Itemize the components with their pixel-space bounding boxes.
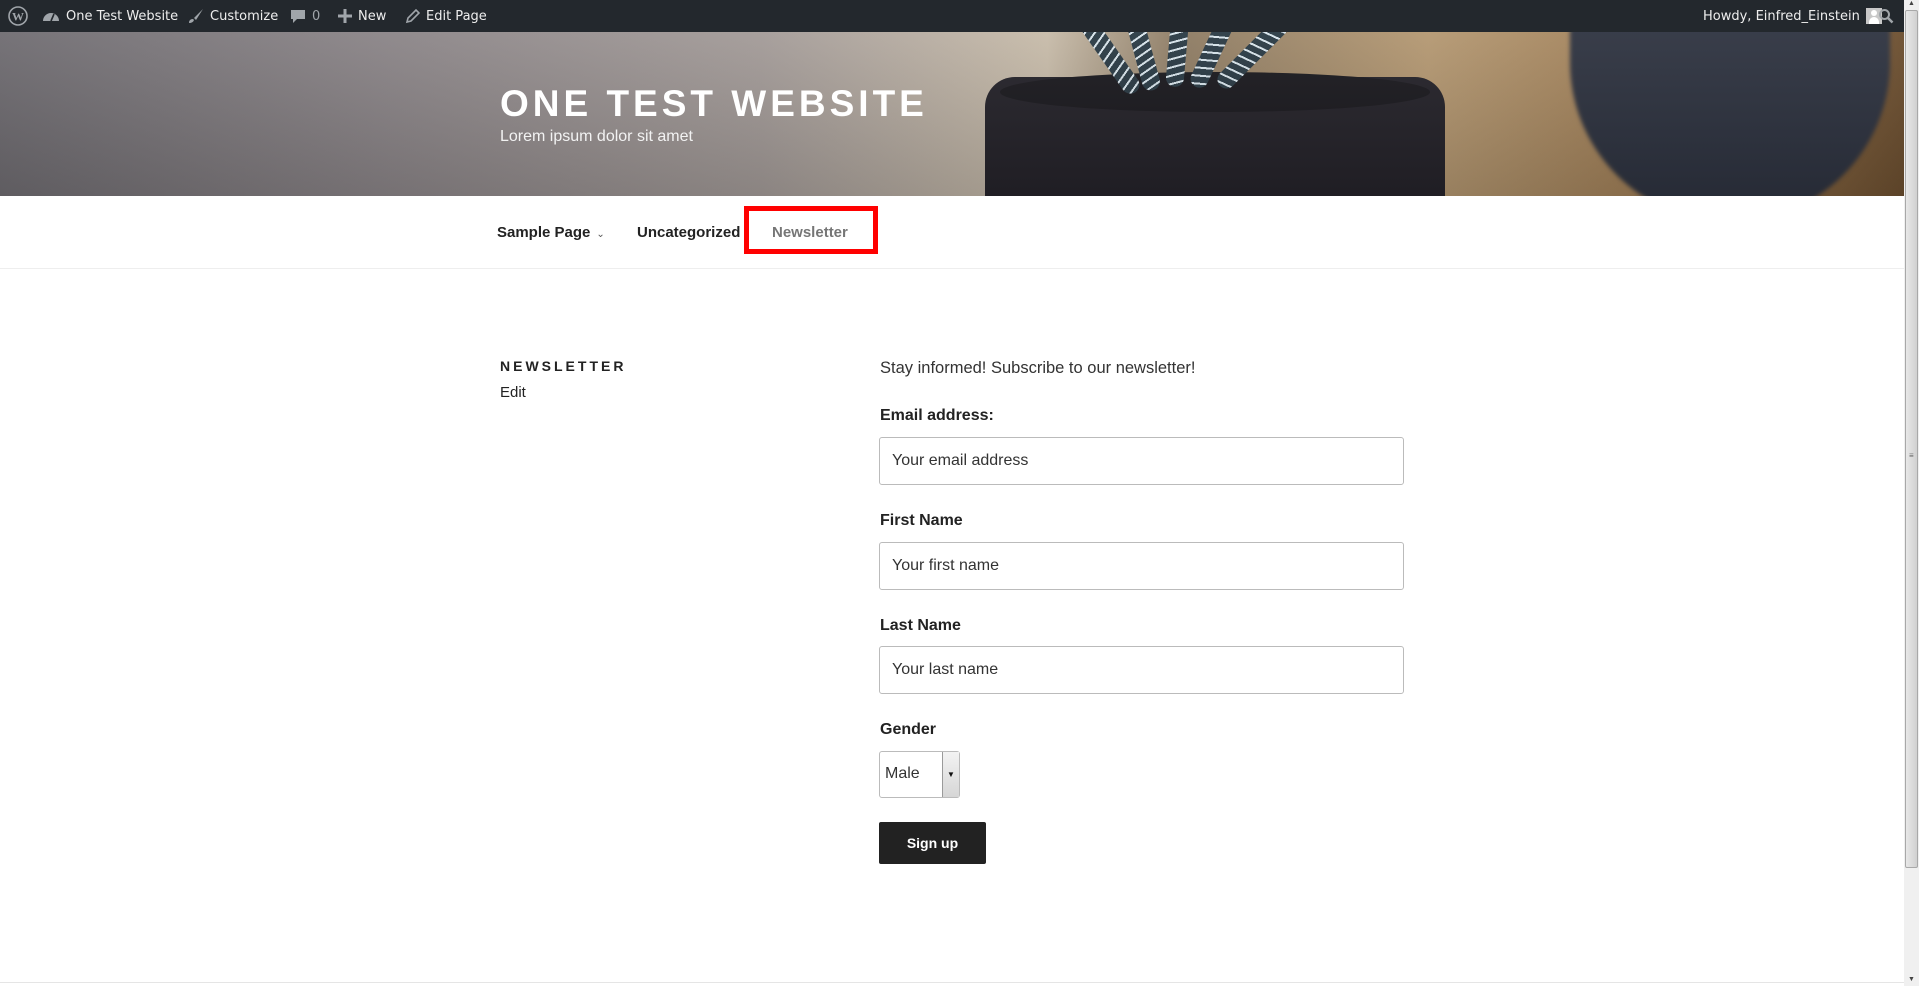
- email-label: Email address:: [880, 407, 994, 424]
- comment-bubble-icon: [290, 8, 306, 24]
- edit-link[interactable]: Edit: [500, 384, 526, 401]
- site-name-link[interactable]: One Test Website: [42, 0, 178, 32]
- scrollbar-thumb[interactable]: ≡: [1905, 10, 1918, 868]
- my-account-link[interactable]: Howdy, Einfred_Einstein: [1703, 0, 1882, 32]
- chevron-down-icon: ⌄: [596, 229, 605, 240]
- last-name-field[interactable]: [879, 646, 1404, 694]
- dropdown-arrow-icon[interactable]: ▼: [942, 752, 959, 797]
- svg-text:W: W: [12, 10, 24, 24]
- last-name-label: Last Name: [880, 617, 961, 634]
- scroll-down-arrow-icon[interactable]: ▼: [1904, 976, 1919, 986]
- admin-bar: W One Test Website Customize 0 New Edit …: [0, 0, 1904, 32]
- wordpress-logo-icon: W: [8, 6, 28, 26]
- site-description: Lorem ipsum dolor sit amet: [500, 128, 693, 145]
- customize-link[interactable]: Customize: [188, 0, 278, 32]
- dashboard-gauge-icon: [42, 8, 60, 24]
- new-content-link[interactable]: New: [338, 0, 386, 32]
- gender-selected-value: Male: [885, 765, 920, 782]
- scroll-up-arrow-icon[interactable]: ▲: [1904, 0, 1919, 10]
- site-title[interactable]: ONE TEST WEBSITE: [500, 83, 928, 125]
- search-icon: [1878, 8, 1894, 24]
- page-scrollbar[interactable]: ▲ ≡ ▼: [1904, 0, 1919, 986]
- search-button[interactable]: [1878, 0, 1894, 32]
- gender-select[interactable]: Male ▼: [879, 751, 960, 798]
- first-name-label: First Name: [880, 512, 963, 529]
- main-navigation: Sample Page ⌄ Uncategorized Newsletter: [0, 196, 1904, 269]
- greeting-label: Howdy, Einfred_Einstein: [1703, 8, 1860, 24]
- grip-icon: ≡: [1909, 451, 1914, 460]
- comments-count: 0: [312, 8, 321, 24]
- edit-page-label: Edit Page: [426, 8, 487, 24]
- pencil-icon: [405, 8, 420, 24]
- gender-label: Gender: [880, 721, 937, 738]
- page-title: NEWSLETTER: [500, 358, 627, 374]
- form-intro-text: Stay informed! Subscribe to our newslett…: [880, 359, 1196, 377]
- email-field[interactable]: [879, 437, 1404, 485]
- edit-page-link[interactable]: Edit Page: [405, 0, 487, 32]
- new-label: New: [358, 8, 387, 24]
- nav-item-sample-page[interactable]: Sample Page ⌄: [497, 224, 605, 241]
- customize-label: Customize: [210, 8, 279, 24]
- sign-up-button[interactable]: Sign up: [879, 822, 986, 864]
- paintbrush-icon: [188, 8, 204, 24]
- site-header: [0, 32, 1904, 196]
- first-name-field[interactable]: [879, 542, 1404, 590]
- comments-link[interactable]: 0: [290, 0, 320, 32]
- nav-item-uncategorized[interactable]: Uncategorized: [637, 224, 740, 241]
- site-name-label: One Test Website: [66, 8, 179, 24]
- wordpress-logo-button[interactable]: W: [8, 0, 28, 32]
- nav-item-newsletter[interactable]: Newsletter: [772, 224, 848, 241]
- footer-divider: [0, 982, 1904, 983]
- plus-icon: [338, 9, 352, 23]
